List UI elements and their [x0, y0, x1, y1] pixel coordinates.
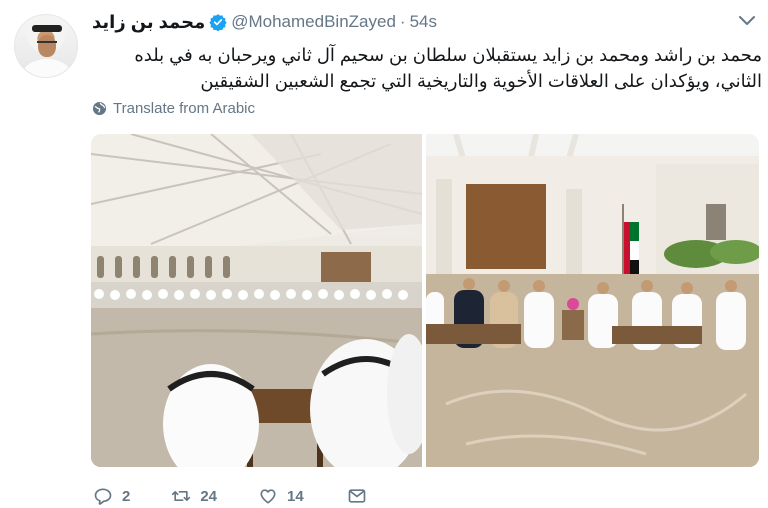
tweet-timestamp[interactable]: 54s: [410, 12, 437, 32]
retweet-button[interactable]: 24: [170, 486, 217, 506]
avatar-face: [38, 35, 56, 57]
separator-dot: ·: [399, 12, 406, 31]
tweet-text: محمد بن راشد ومحمد بن زايد يستقبلان سلطا…: [134, 45, 762, 91]
photo-majlis-hall-image: [91, 134, 422, 467]
verified-badge-icon: [209, 14, 227, 31]
user-handle[interactable]: @MohamedBinZayed: [231, 12, 396, 32]
photo-reception-room[interactable]: [426, 134, 759, 467]
retweet-icon: [172, 491, 191, 501]
tweet-header: محمد بن زايد @MohamedBinZayed · 54s: [92, 10, 437, 34]
reply-button[interactable]: 2: [92, 486, 130, 506]
retweet-count: 24: [200, 487, 218, 505]
avatar[interactable]: [14, 14, 78, 78]
heart-icon: [260, 489, 276, 504]
avatar-glasses: [37, 41, 57, 45]
translate-link[interactable]: Translate from Arabic: [92, 100, 255, 117]
tweet-actions: 2 24 14: [92, 484, 368, 508]
chevron-down-icon[interactable]: [738, 14, 756, 28]
photo-reception-room-image: [426, 134, 759, 467]
like-count: 14: [287, 487, 304, 505]
media-grid: [91, 134, 759, 467]
avatar-headband: [32, 25, 62, 32]
direct-message-icon: [348, 489, 366, 503]
direct-message-button[interactable]: [346, 486, 368, 506]
photo-majlis-hall[interactable]: [91, 134, 422, 467]
globe-icon: [92, 101, 107, 116]
reply-icon: [94, 488, 112, 505]
like-button[interactable]: 14: [257, 486, 304, 506]
avatar-robe: [23, 59, 71, 77]
tweet-card[interactable]: محمد بن زايد @MohamedBinZayed · 54s محمد…: [0, 0, 768, 508]
display-name[interactable]: محمد بن زايد: [92, 12, 205, 33]
translate-label: Translate from Arabic: [113, 100, 255, 117]
reply-count: 2: [122, 487, 131, 505]
